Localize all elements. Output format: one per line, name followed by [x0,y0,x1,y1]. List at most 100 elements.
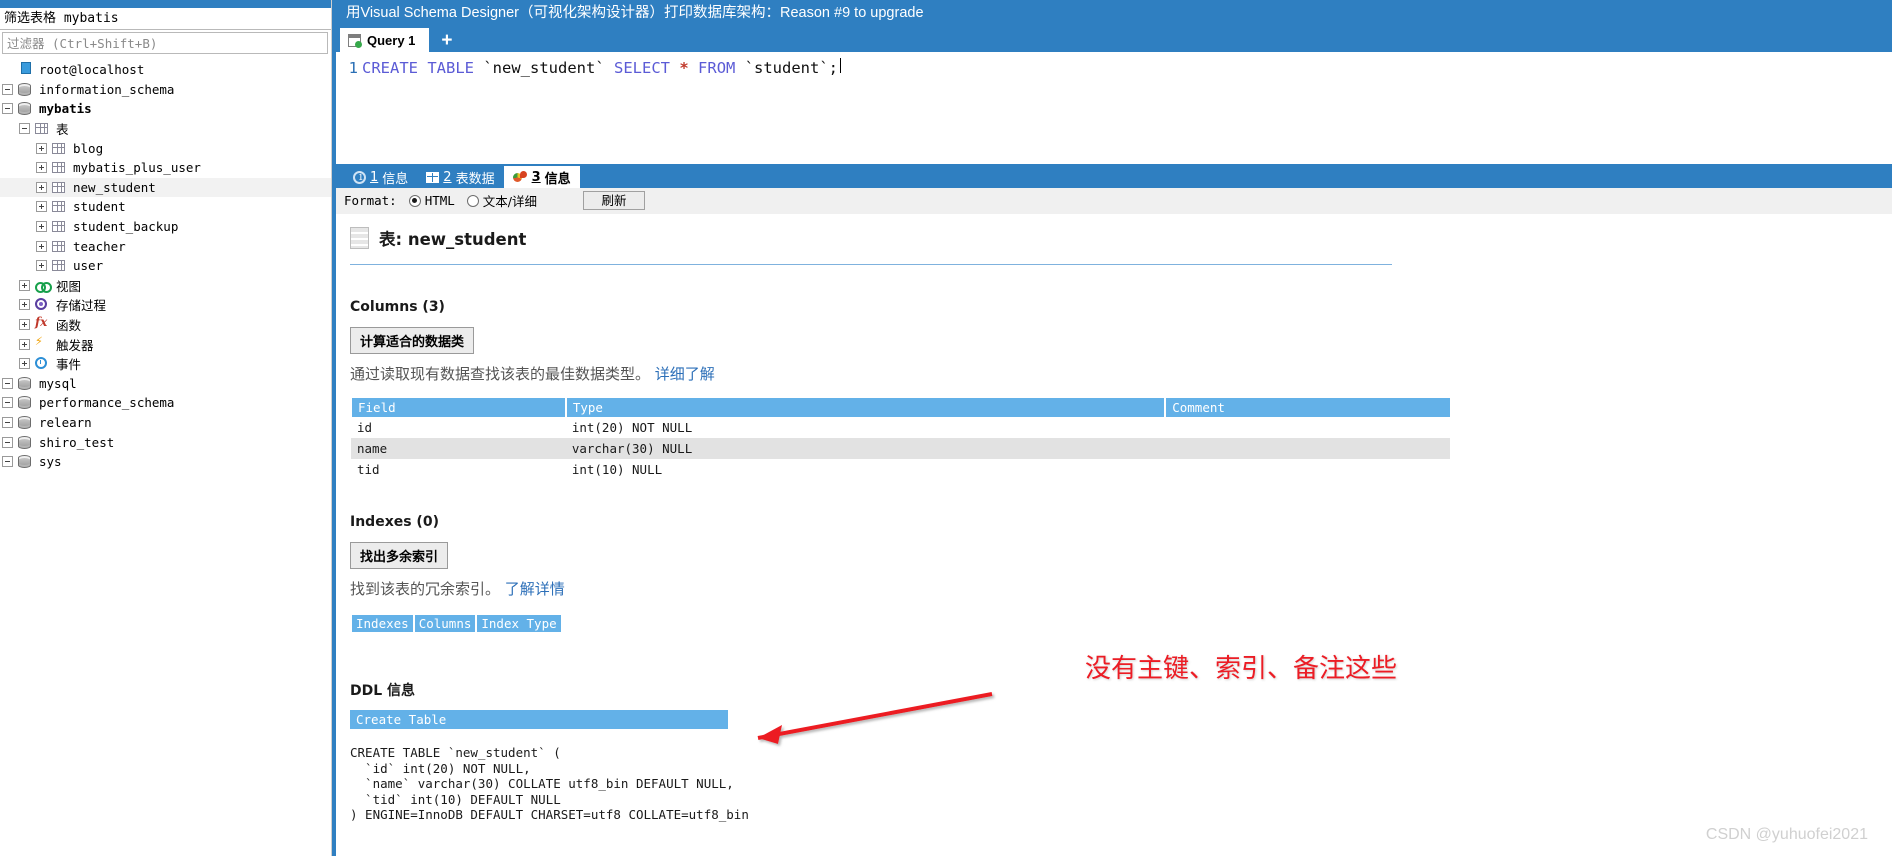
columns-table: Field Type Comment id int(20) NOT NULL nam… [350,398,1450,480]
expand-icon[interactable] [36,260,47,272]
collapse-icon[interactable] [2,456,13,468]
promo-banner[interactable]: 用Visual Schema Designer（可视化架构设计器）打印数据库架构… [332,0,1892,26]
info-panel: Format: HTML 文本/详细 刷新 表: new_student Col… [332,188,1892,856]
expand-icon[interactable] [19,358,30,370]
expand-icon[interactable] [19,299,30,311]
tree-node-shiro_test[interactable]: shiro_test [0,432,331,452]
table-icon-wrap [52,160,68,175]
tree-node-student[interactable]: student [0,197,331,217]
find-redundant-index-button[interactable]: 找出多余索引 [350,542,449,569]
table-row: id int(20) NOT NULL [351,417,1450,438]
procedure-icon-wrap [35,297,51,312]
tab-query-1[interactable]: Query 1 [340,28,430,52]
sql-text[interactable]: CREATE TABLE `new_student` SELECT * FROM… [362,59,838,77]
result-tab-3[interactable]: 3 信息 [503,166,580,188]
cell-type: int(20) NOT NULL [565,417,1166,438]
database-icon-wrap [18,82,34,97]
result-tab-1[interactable]: 1信息 [344,166,417,188]
info-circle-icon [353,170,366,184]
tree-node-information_schema[interactable]: information_schema [0,80,331,100]
filter-input[interactable]: 过滤器 (Ctrl+Shift+B) [2,32,328,54]
table-icon [52,260,65,272]
calc-hint-link[interactable]: 详细了解 [655,365,715,383]
user-icon [21,62,31,75]
tree-node-new_student[interactable]: new_student [0,177,331,198]
tree-node-teacher[interactable]: teacher [0,236,331,256]
result-tabstrip[interactable]: 1信息2表数据3信息 [336,164,1892,188]
calc-datatype-button[interactable]: 计算适合的数据类 [350,327,475,354]
collapse-icon[interactable] [19,123,30,135]
tree-node-mysql[interactable]: mysql [0,374,331,394]
expand-icon[interactable] [36,181,47,193]
result-tab-2[interactable]: 2 表数据 [417,166,503,188]
refresh-button[interactable]: 刷新 [583,191,646,210]
table-icon-wrap [52,141,68,156]
tree-node-performance_schema[interactable]: performance_schema [0,393,331,413]
tree-node-[interactable]: 表 [0,119,331,139]
expand-icon[interactable] [36,142,47,154]
tree-node-student_backup[interactable]: student_backup [0,217,331,237]
database-icon-wrap [18,101,34,116]
function-icon [35,315,49,331]
tree-node-blog[interactable]: blog [0,138,331,158]
cell-comment [1165,417,1450,438]
cell-type: varchar(30) NULL [565,438,1166,459]
results-area: 1信息2表数据3信息 [332,164,1892,188]
expand-icon[interactable] [19,279,30,291]
collapse-icon[interactable] [2,397,13,409]
tree-node-label: shiro_test [39,434,115,450]
annotation-text: 没有主键、索引、备注这些 [1085,654,1398,684]
result-tab-label: 信息 [544,171,571,187]
tree-node-[interactable]: 存储过程 [0,295,331,315]
tree-node-relearn[interactable]: relearn [0,413,331,433]
expand-icon[interactable] [36,221,47,233]
collapse-icon[interactable] [2,103,13,115]
tree-node-label: user [73,258,104,274]
app-root: 筛选表格 mybatis 过滤器 (Ctrl+Shift+B) root@loc… [0,0,1892,856]
tree-node-rootlocalhost[interactable]: root@localhost [0,60,331,80]
database-tree[interactable]: root@localhost information_schema mybatis 表… [0,58,331,471]
redundant-hint-link[interactable]: 了解详情 [505,580,565,598]
collapse-icon[interactable] [2,377,13,389]
sql-editor[interactable]: 1 CREATE TABLE `new_student` SELECT * FR… [332,52,1892,164]
tree-node-label: 表 [56,122,69,138]
query-tab-icon [348,33,362,48]
index-chip: Indexes [350,615,413,632]
format-label: Format: [344,193,397,208]
collapse-icon[interactable] [2,416,13,428]
tree-node-mybatis_plus_user[interactable]: mybatis_plus_user [0,158,331,178]
redundant-hint: 找到该表的冗余索引。 了解详情 [350,578,1892,599]
columns-header-field: Field [350,398,566,417]
tree-node-[interactable]: 事件 [0,354,331,374]
trigger-icon [35,334,47,351]
tree-node-[interactable]: 函数 [0,315,331,335]
tree-node-[interactable]: 视图 [0,276,331,296]
index-chip: Index Type [475,615,561,632]
sql-token: TABLE [427,59,475,77]
expand-icon[interactable] [19,338,30,350]
tree-node-[interactable]: 触发器 [0,334,331,354]
calc-hint: 通过读取现有数据查找该表的最佳数据类型。 详细了解 [350,363,1892,384]
table-icon-wrap [52,239,68,254]
expand-icon[interactable] [36,240,47,252]
expand-icon[interactable] [19,319,30,331]
collapse-icon[interactable] [2,83,13,95]
database-icon [18,376,31,390]
collapse-icon[interactable] [2,436,13,448]
expand-icon[interactable] [36,162,47,174]
tree-node-user[interactable]: user [0,256,331,276]
format-radio-text[interactable]: 文本/详细 [466,191,537,210]
format-radio-html[interactable]: HTML [408,193,455,208]
add-query-tab-button[interactable]: + [429,30,464,52]
tree-node-mybatis[interactable]: mybatis [0,99,331,119]
calc-hint-text: 通过读取现有数据查找该表的最佳数据类型。 [350,365,651,383]
database-icon-wrap [18,415,34,430]
text-caret [840,58,842,73]
expand-icon[interactable] [36,201,47,213]
sql-token: * [679,59,689,77]
annotation-arrow-icon [757,692,993,744]
tree-node-sys[interactable]: sys [0,452,331,472]
table-icon-wrap [52,199,68,214]
